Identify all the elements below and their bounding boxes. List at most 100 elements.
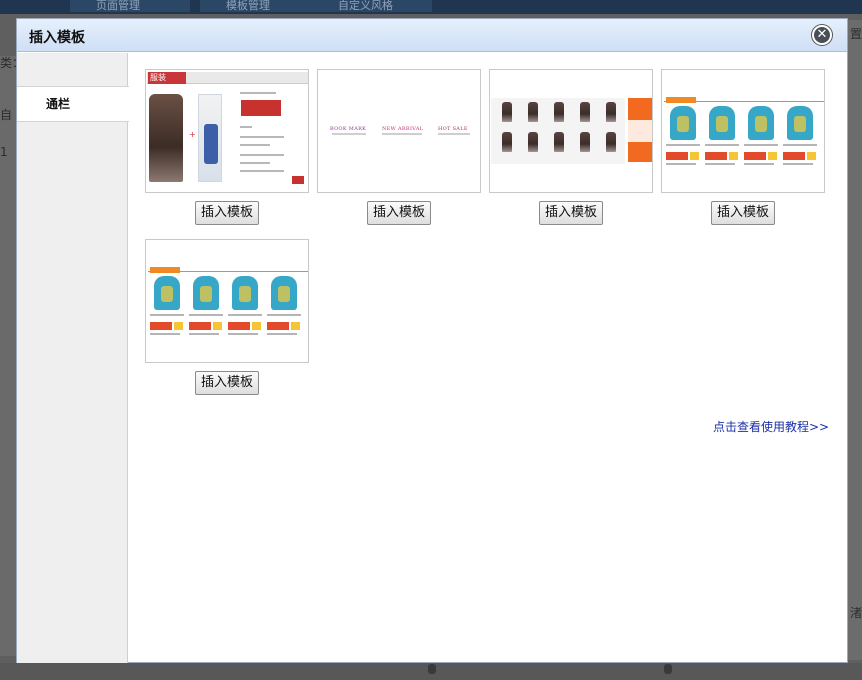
thumbnail-hoodie-print bbox=[716, 116, 728, 132]
thumbnail-hoodie-print bbox=[755, 116, 767, 132]
thumbnail-price-tag bbox=[150, 322, 172, 330]
close-icon[interactable]: ✕ bbox=[812, 25, 832, 45]
thumbnail-price-tag bbox=[267, 322, 289, 330]
thumbnail-product-photo bbox=[502, 102, 512, 122]
thumbnail-plus-icon: + bbox=[189, 130, 196, 139]
background-right-pane bbox=[848, 20, 862, 660]
thumbnail-buy-tag bbox=[174, 322, 183, 330]
thumbnail-hoodie-print bbox=[161, 286, 173, 302]
template-category-sidebar: 通栏 bbox=[17, 53, 129, 663]
thumbnail-text-line bbox=[228, 333, 258, 335]
thumbnail-orange-tag bbox=[150, 267, 180, 273]
thumbnail-product-photo bbox=[606, 132, 616, 152]
thumbnail-hoodie-print bbox=[200, 286, 212, 302]
template-thumbnail-hoodie-list[interactable] bbox=[145, 239, 309, 363]
thumbnail-hoodie-print bbox=[794, 116, 806, 132]
dialog-title: 插入模板 bbox=[29, 30, 85, 46]
background-tab-custom-style: 自定义风格 bbox=[312, 0, 432, 12]
thumbnail-orange-rule bbox=[664, 101, 824, 102]
thumbnail-text-line bbox=[783, 144, 817, 146]
thumbnail-text-line bbox=[382, 133, 422, 135]
background-tab-template-management: 模板管理 bbox=[200, 0, 320, 12]
thumbnail-product-photo bbox=[606, 102, 616, 122]
thumbnail-red-tag bbox=[292, 176, 304, 184]
thumbnail-dress-print bbox=[204, 124, 218, 164]
thumbnail-price-tag bbox=[189, 322, 211, 330]
thumbnail-product-photo bbox=[528, 132, 538, 152]
thumbnail-text-line bbox=[332, 133, 366, 135]
insert-template-button[interactable]: 插入模板 bbox=[539, 201, 603, 225]
thumbnail-buy-tag bbox=[690, 152, 699, 160]
thumbnail-text-line bbox=[666, 163, 696, 165]
thumbnail-price-block bbox=[241, 100, 281, 116]
thumbnail-price-tag bbox=[705, 152, 727, 160]
thumbnail-text-line bbox=[267, 333, 297, 335]
thumbnail-product-photo bbox=[554, 102, 564, 122]
template-thumbnail-fashion[interactable]: 服装 + bbox=[145, 69, 309, 193]
thumbnail-buy-tag bbox=[768, 152, 777, 160]
thumbnail-price-tag bbox=[666, 152, 688, 160]
thumbnail-hoodie-print bbox=[239, 286, 251, 302]
background-handle bbox=[428, 664, 436, 674]
thumbnail-orange-rule bbox=[148, 271, 308, 272]
thumbnail-product-photo bbox=[502, 132, 512, 152]
thumbnail-text-line bbox=[240, 126, 252, 128]
thumbnail-text-line bbox=[744, 163, 774, 165]
insert-template-dialog: 插入模板 ✕ 通栏 服装 + 插入模板 BOOK MARK NEW ARRIVA… bbox=[16, 18, 848, 663]
thumbnail-text-line bbox=[228, 314, 262, 316]
thumbnail-price-tag bbox=[783, 152, 805, 160]
thumbnail-product-photo bbox=[580, 102, 590, 122]
thumbnail-product-photo bbox=[580, 132, 590, 152]
thumbnail-text-line bbox=[240, 92, 276, 94]
background-right-label: 置 bbox=[850, 27, 862, 41]
thumbnail-product-photo bbox=[554, 132, 564, 152]
background-left-label: 自 bbox=[0, 108, 13, 122]
thumbnail-buy-tag bbox=[729, 152, 738, 160]
template-thumbnail-product-grid[interactable] bbox=[489, 69, 653, 193]
background-left-label: 1 bbox=[0, 145, 8, 159]
thumbnail-text-line bbox=[240, 162, 270, 164]
background-tab-page-management: 页面管理 bbox=[70, 0, 190, 12]
template-thumbnail-bookmark[interactable]: BOOK MARK NEW ARRIVAL HOT SALE bbox=[317, 69, 481, 193]
thumbnail-buy-tag bbox=[213, 322, 222, 330]
thumbnail-model-photo bbox=[149, 94, 183, 182]
thumbnail-text-line bbox=[438, 133, 470, 135]
thumbnail-text-line bbox=[267, 314, 301, 316]
thumbnail-text-line bbox=[240, 136, 284, 138]
thumbnail-text-line bbox=[783, 163, 813, 165]
thumbnail-buy-tag bbox=[807, 152, 816, 160]
thumbnail-text-line bbox=[744, 144, 778, 146]
thumbnail-orange-tag bbox=[666, 97, 696, 103]
thumbnail-hoodie-print bbox=[278, 286, 290, 302]
template-thumbnail-hoodie-list[interactable] bbox=[661, 69, 825, 193]
thumbnail-text-line bbox=[150, 314, 184, 316]
sidebar-item-banner[interactable]: 通栏 bbox=[17, 86, 129, 122]
insert-template-button[interactable]: 插入模板 bbox=[367, 201, 431, 225]
thumbnail-text-line bbox=[705, 144, 739, 146]
insert-template-button[interactable]: 插入模板 bbox=[195, 371, 259, 395]
thumbnail-text-line bbox=[189, 314, 223, 316]
thumbnail-price-tag bbox=[228, 322, 250, 330]
thumbnail-text-line bbox=[705, 163, 735, 165]
thumbnail-buy-tag bbox=[291, 322, 300, 330]
thumbnail-product-photo bbox=[528, 102, 538, 122]
thumbnail-new-arrival-text: NEW ARRIVAL bbox=[382, 126, 424, 132]
background-right-label: 渚 bbox=[850, 606, 862, 620]
thumbnail-price-tag bbox=[744, 152, 766, 160]
insert-template-button[interactable]: 插入模板 bbox=[711, 201, 775, 225]
thumbnail-text-line bbox=[240, 154, 284, 156]
tutorial-link[interactable]: 点击查看使用教程>> bbox=[713, 418, 829, 435]
thumbnail-text-line bbox=[240, 170, 284, 172]
thumbnail-banner-panel bbox=[628, 120, 652, 142]
insert-template-button[interactable]: 插入模板 bbox=[195, 201, 259, 225]
thumbnail-text-line bbox=[240, 144, 270, 146]
thumbnail-text-line bbox=[666, 144, 700, 146]
thumbnail-text-line bbox=[189, 333, 219, 335]
dialog-header: 插入模板 ✕ bbox=[17, 19, 847, 52]
thumbnail-buy-tag bbox=[252, 322, 261, 330]
thumbnail-hoodie-print bbox=[677, 116, 689, 132]
thumbnail-hot-sale-text: HOT SALE bbox=[438, 126, 468, 132]
thumbnail-bookmark-text: BOOK MARK bbox=[330, 126, 367, 132]
thumbnail-logo: 服装 bbox=[148, 72, 186, 84]
background-handle bbox=[664, 664, 672, 674]
